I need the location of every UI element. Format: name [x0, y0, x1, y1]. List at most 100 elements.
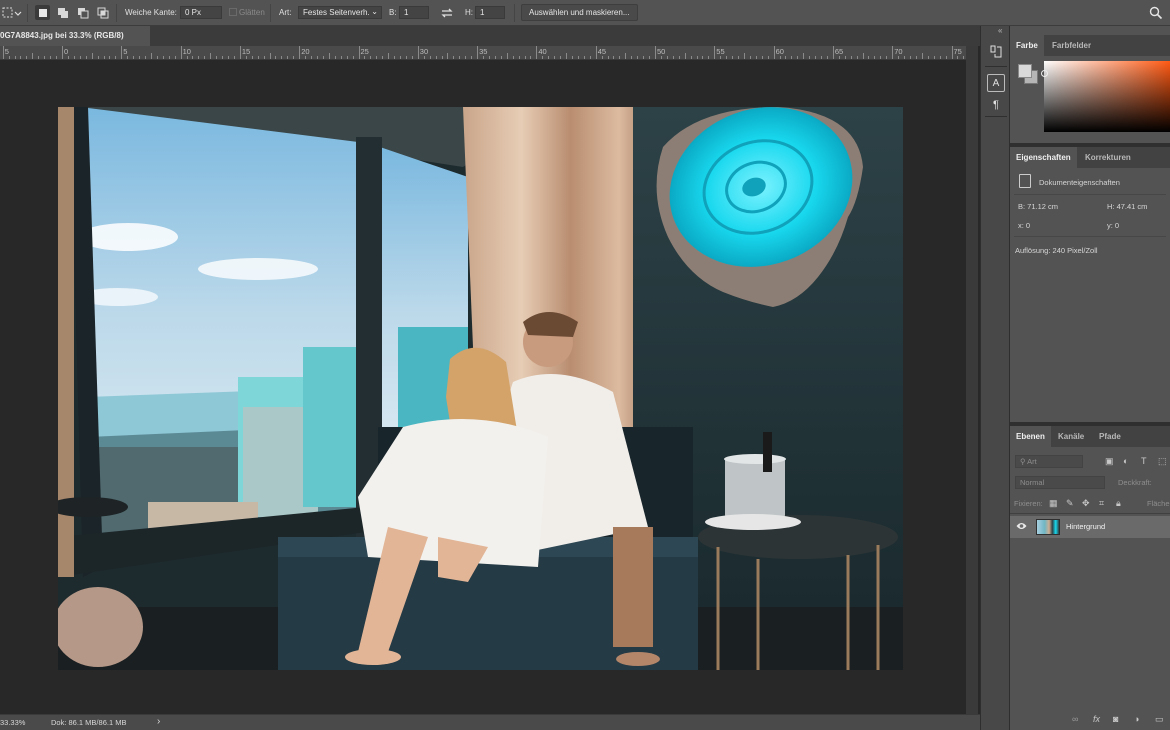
ruler-label: 30: [419, 47, 429, 56]
document-size: Dok: 86.1 MB/86.1 MB: [51, 718, 127, 727]
ruler-tick: [803, 53, 805, 59]
lock-transparent-icon[interactable]: ▦: [1049, 498, 1058, 508]
document-properties-title: Dokumenteigenschaften: [1039, 178, 1120, 187]
options-bar: Weiche Kante: 0 Px Glätten Art: Festes S…: [0, 0, 1170, 26]
style-select[interactable]: Festes Seitenverh. ⌄: [298, 6, 382, 19]
tab-layers[interactable]: Ebenen: [1010, 426, 1051, 447]
add-mask-icon[interactable]: ◙: [1113, 714, 1118, 724]
ruler-tick: [832, 46, 834, 59]
hotel-room-photo: [58, 107, 903, 670]
ruler-tick: [595, 46, 597, 59]
ruler-tick: [625, 53, 627, 59]
ruler-tick: [951, 46, 953, 59]
marquee-tool-preset-icon[interactable]: [2, 6, 22, 20]
ruler-label: 25: [360, 47, 369, 56]
height-label: H:: [465, 8, 473, 17]
filter-adjustment-icon[interactable]: ◐: [1123, 456, 1128, 466]
ruler-tick: [743, 53, 745, 59]
eye-icon[interactable]: [1016, 521, 1027, 533]
new-group-icon[interactable]: ▭: [1155, 714, 1164, 724]
separator: [116, 4, 117, 22]
color-picker-field[interactable]: [1044, 61, 1170, 132]
document-tab-title: 0G7A8843.jpg bei 33.3% (RGB/8): [0, 31, 124, 40]
layer-row[interactable]: Hintergrund: [1010, 516, 1170, 538]
lock-position-icon[interactable]: ✥: [1082, 498, 1090, 508]
layer-thumbnail: [1036, 519, 1060, 535]
document-tab[interactable]: 0G7A8843.jpg bei 33.3% (RGB/8): [0, 26, 150, 46]
ruler-tick: [477, 46, 479, 59]
ruler-tick: [773, 46, 775, 59]
blend-mode-select[interactable]: Normal: [1015, 476, 1105, 489]
antialias-checkbox[interactable]: [229, 8, 237, 16]
ruler-tick: [388, 53, 390, 59]
properties-separator: [1014, 236, 1166, 237]
properties-panel-tabs: Eigenschaften Korrekturen: [1010, 147, 1170, 168]
ruler-label: 15: [241, 47, 251, 56]
filter-type-icon[interactable]: T: [1141, 456, 1147, 466]
separator: [27, 4, 28, 22]
zoom-level[interactable]: 33.33%: [0, 718, 25, 727]
status-bar: 33.33% Dok: 86.1 MB/86.1 MB ›: [0, 714, 980, 730]
layer-filter-select[interactable]: ⚲ Art: [1015, 455, 1083, 468]
width-input[interactable]: 1: [399, 6, 429, 19]
antialias-label: Glätten: [239, 8, 265, 17]
resolution-value: Auflösung: 240 Pixel/Zoll: [1015, 246, 1098, 255]
adjustment-layer-icon[interactable]: ◑: [1134, 714, 1139, 724]
ruler-label: 5: [123, 47, 128, 56]
tab-color[interactable]: Farbe: [1010, 35, 1044, 56]
ruler-tick: [358, 46, 360, 59]
canvas-height-value: H: 47.41 cm: [1107, 202, 1148, 211]
ruler-tick: [328, 53, 330, 59]
layer-style-icon[interactable]: fx: [1093, 714, 1100, 724]
style-select-value: Festes Seitenverh.: [303, 8, 370, 17]
link-layers-icon[interactable]: ∞: [1072, 714, 1078, 724]
ruler-tick: [2, 46, 4, 59]
filter-pixel-icon[interactable]: ▣: [1105, 456, 1114, 466]
tab-channels[interactable]: Kanäle: [1052, 426, 1090, 447]
add-to-selection-icon[interactable]: [55, 5, 70, 20]
lock-artboard-icon[interactable]: ⌗: [1099, 498, 1104, 508]
ruler-label: 70: [894, 47, 903, 56]
separator: [514, 4, 515, 22]
ruler-tick: [536, 46, 538, 59]
opacity-label: Deckkraft:: [1118, 478, 1152, 487]
ruler-tick: [239, 46, 241, 59]
ruler-tick: [655, 46, 656, 59]
color-panel-tabs: Farbe Farbfelder: [1010, 35, 1170, 56]
horizontal-ruler: 5 0 5 10 15 20 25 30 35 40 45 50 55 60 65 70 75: [0, 46, 966, 60]
intersect-selection-icon[interactable]: [95, 5, 110, 20]
chevron-down-icon: ⌄: [371, 7, 378, 16]
new-selection-icon[interactable]: [35, 5, 50, 20]
ruler-tick: [447, 53, 449, 59]
ruler-tick: [180, 46, 182, 59]
character-icon[interactable]: A: [987, 74, 1005, 92]
blend-mode-value: Normal: [1020, 478, 1045, 487]
document-image[interactable]: [58, 107, 903, 670]
vertical-scrollbar[interactable]: [966, 46, 978, 714]
ruler-label: 0: [64, 47, 69, 56]
paragraph-icon[interactable]: ¶: [987, 96, 1005, 114]
subtract-from-selection-icon[interactable]: [75, 5, 90, 20]
filter-shape-icon[interactable]: ⬚: [1158, 456, 1167, 466]
status-menu-arrow[interactable]: ›: [157, 716, 160, 727]
foreground-color-swatch[interactable]: [1018, 64, 1032, 78]
tab-adjustments[interactable]: Korrekturen: [1079, 147, 1137, 168]
search-icon[interactable]: [1149, 6, 1163, 20]
tab-paths[interactable]: Pfade: [1093, 426, 1127, 447]
lock-all-icon[interactable]: 🔒︎: [1116, 498, 1121, 508]
height-input[interactable]: 1: [475, 6, 505, 19]
ruler-tick: [506, 53, 508, 59]
tab-properties[interactable]: Eigenschaften: [1010, 147, 1077, 168]
ruler-label: 35: [479, 47, 488, 56]
ruler-tick: [62, 46, 63, 59]
collapse-panels-icon[interactable]: «: [998, 26, 1002, 35]
lock-image-icon[interactable]: ✎: [1066, 498, 1074, 508]
feather-label: Weiche Kante:: [125, 8, 177, 17]
select-and-mask-button[interactable]: Auswählen und maskieren...: [521, 4, 638, 21]
feather-input[interactable]: 0 Px: [180, 6, 222, 19]
swap-width-height-icon[interactable]: [440, 7, 454, 19]
history-icon[interactable]: [987, 42, 1005, 60]
tab-swatches[interactable]: Farbfelder: [1046, 35, 1097, 56]
ruler-label: 50: [657, 47, 666, 56]
ruler-tick: [210, 53, 212, 59]
